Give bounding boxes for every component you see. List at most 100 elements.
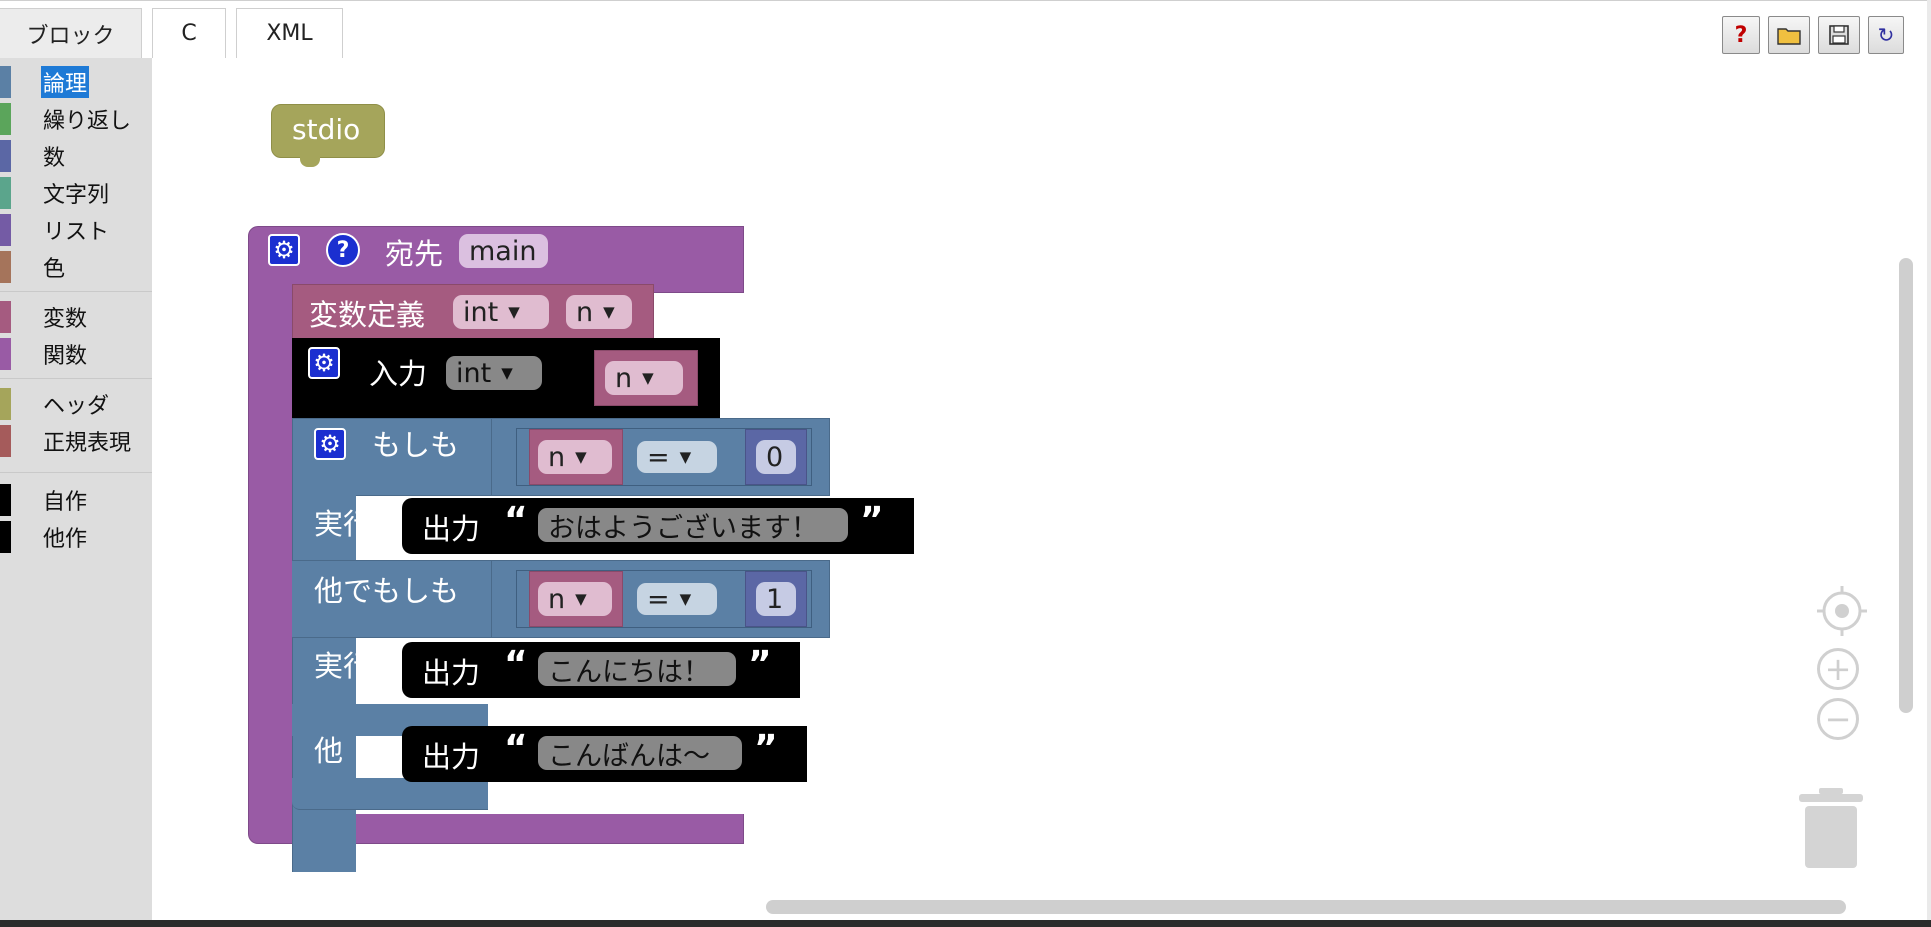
category-math[interactable]: 数	[0, 140, 152, 172]
print-label: 出力	[422, 656, 481, 690]
tab-xml[interactable]: XML	[236, 8, 343, 58]
save-button[interactable]	[1818, 16, 1860, 54]
header-block[interactable]: stdio	[271, 104, 385, 167]
print-text: おはようございます！	[548, 512, 818, 544]
cond1-value-field[interactable]: 0	[756, 440, 796, 474]
category-header[interactable]: ヘッダ	[0, 388, 152, 420]
category-others[interactable]: 他作	[0, 521, 152, 553]
number-block[interactable]: 1	[745, 571, 807, 627]
category-label: 論理	[41, 66, 90, 98]
open-button[interactable]	[1768, 16, 1810, 54]
right-edge	[1927, 0, 1931, 920]
category-label: 繰り返し	[43, 109, 132, 134]
zoom-in-button[interactable]: +	[1817, 648, 1859, 690]
print-text-field[interactable]: こんばんは～	[538, 736, 742, 772]
category-variables[interactable]: 変数	[0, 301, 152, 333]
category-color	[0, 214, 11, 246]
category-loops[interactable]: 繰り返し	[0, 103, 152, 135]
category-functions[interactable]: 関数	[0, 338, 152, 370]
cond1-var-dropdown[interactable]: n ▼	[538, 440, 612, 474]
variable-block[interactable]: n ▼	[529, 429, 623, 485]
input-var-dropdown[interactable]: n ▼	[605, 361, 683, 395]
cond2-op: =	[647, 583, 670, 615]
category-regex[interactable]: 正規表現	[0, 425, 152, 457]
save-icon	[1829, 25, 1849, 45]
var-name-dropdown[interactable]: n ▼	[566, 295, 632, 329]
print-block-1[interactable]: 出力 “ おはようございます！ ”	[402, 498, 914, 554]
compare-block-1[interactable]: n ▼ = ▼ 0	[516, 428, 812, 486]
input-type-dropdown[interactable]: int ▼	[446, 356, 542, 390]
workspace[interactable]: stdio ⚙ ? 宛先 main 変数定義 int ▼ n ▼ ⚙ 入力 int ▼…	[152, 58, 1931, 920]
quote-open-icon: “	[504, 644, 528, 685]
gear-icon[interactable]: ⚙	[308, 347, 340, 379]
help-button[interactable]: ?	[1722, 16, 1760, 54]
category-colour[interactable]: 色	[0, 251, 152, 283]
input-type: int	[456, 357, 492, 389]
category-color	[0, 140, 11, 172]
input-block[interactable]: ⚙ 入力 int ▼ n ▼	[292, 338, 720, 422]
category-label: 正規表現	[43, 431, 132, 456]
print-text: こんにちは！	[548, 656, 710, 688]
chevron-down-icon: ▼	[575, 590, 587, 608]
category-label: 他作	[43, 527, 88, 552]
category-custom[interactable]: 自作	[0, 484, 152, 516]
number-block[interactable]: 0	[745, 429, 807, 485]
category-label: 数	[43, 146, 66, 171]
var-decl-label: 変数定義	[309, 298, 426, 332]
var-name: n	[576, 296, 594, 328]
function-name-field[interactable]: main	[459, 234, 548, 268]
category-label: 変数	[43, 307, 88, 332]
input-label: 入力	[369, 357, 428, 391]
chevron-down-icon: ▼	[642, 369, 654, 387]
do-label-2: 実行	[314, 649, 373, 683]
category-text[interactable]: 文字列	[0, 177, 152, 209]
cond2-value-field[interactable]: 1	[756, 582, 796, 616]
print-label: 出力	[422, 740, 481, 774]
input-var: n	[615, 362, 633, 394]
category-label: 関数	[43, 344, 88, 369]
variable-block[interactable]: n ▼	[594, 350, 698, 406]
print-label: 出力	[422, 512, 481, 546]
category-label: 色	[43, 257, 66, 282]
gear-icon[interactable]: ⚙	[268, 234, 300, 266]
tab-bar: ブロック C XML ? ↻	[0, 0, 1931, 59]
horizontal-scrollbar[interactable]	[766, 900, 1846, 914]
category-color	[0, 301, 11, 333]
cond2-op-dropdown[interactable]: = ▼	[637, 583, 717, 615]
print-block-3[interactable]: 出力 “ こんばんは～ ”	[402, 726, 807, 782]
cond2-var-dropdown[interactable]: n ▼	[538, 582, 612, 616]
var-decl-block[interactable]: 変数定義 int ▼ n ▼	[292, 284, 654, 340]
category-label: 自作	[43, 490, 88, 515]
tab-blocks[interactable]: ブロック	[0, 8, 142, 58]
if-label: もしも	[372, 428, 460, 462]
help-icon[interactable]: ?	[326, 233, 360, 267]
print-block-2[interactable]: 出力 “ こんにちは！ ”	[402, 642, 800, 698]
category-color	[0, 66, 11, 98]
cond1-op-dropdown[interactable]: = ▼	[637, 441, 717, 473]
trash-button[interactable]	[1797, 786, 1865, 870]
do-label-1: 実行	[314, 507, 373, 541]
cond2-var: n	[548, 583, 566, 615]
function-name: main	[469, 235, 537, 267]
minus-icon: −	[1824, 700, 1852, 738]
var-type-dropdown[interactable]: int ▼	[453, 295, 549, 329]
gear-icon[interactable]: ⚙	[314, 428, 346, 460]
refresh-icon: ↻	[1877, 23, 1895, 47]
tab-c[interactable]: C	[152, 8, 226, 58]
chevron-down-icon: ▼	[679, 448, 692, 466]
refresh-button[interactable]: ↻	[1868, 16, 1904, 54]
category-color	[0, 388, 11, 420]
recenter-button[interactable]	[1817, 586, 1867, 636]
print-text-field[interactable]: おはようございます！	[538, 508, 848, 544]
compare-block-2[interactable]: n ▼ = ▼ 1	[516, 570, 812, 628]
quote-close-icon: ”	[860, 500, 884, 541]
category-lists[interactable]: リスト	[0, 214, 152, 246]
elseif-label: 他でもしも	[314, 574, 460, 608]
category-color	[0, 103, 11, 135]
variable-block[interactable]: n ▼	[529, 571, 623, 627]
function-block-body	[248, 290, 294, 820]
vertical-scrollbar[interactable]	[1899, 258, 1913, 713]
zoom-out-button[interactable]: −	[1817, 698, 1859, 740]
print-text-field[interactable]: こんにちは！	[538, 652, 736, 688]
category-logic[interactable]: 論理	[0, 66, 152, 98]
